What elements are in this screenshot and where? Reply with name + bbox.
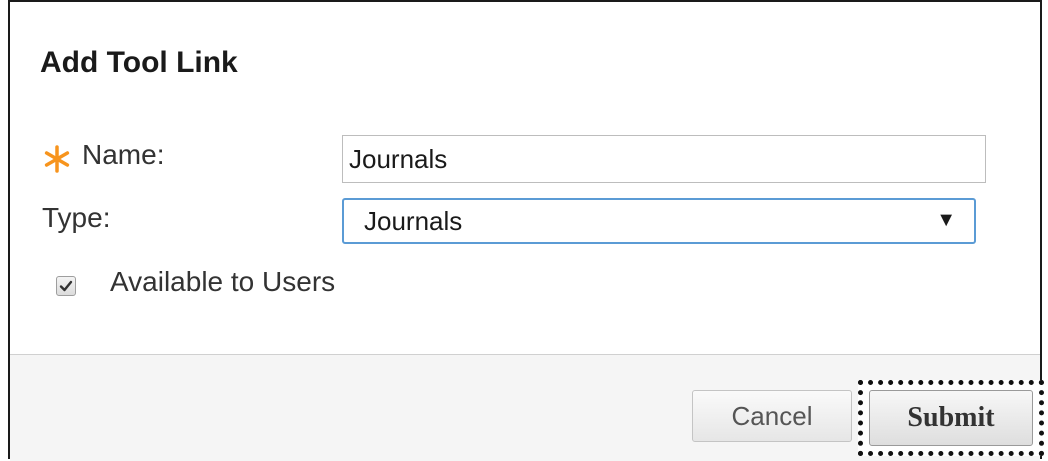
checkmark-icon	[59, 280, 73, 292]
dropdown-arrow-icon: ▼	[936, 209, 956, 231]
submit-button[interactable]: Submit	[869, 390, 1033, 446]
submit-focus-ring: Submit	[858, 380, 1044, 456]
name-input[interactable]	[342, 135, 986, 183]
add-tool-link-dialog: Add Tool Link Name: Type: Journals ▼ Ava…	[8, 0, 1044, 461]
type-select-value: Journals	[364, 206, 463, 236]
cancel-button[interactable]: Cancel	[692, 390, 852, 442]
type-select[interactable]: Journals ▼	[342, 198, 976, 244]
required-asterisk-icon	[42, 144, 72, 174]
name-label: Name:	[82, 139, 165, 170]
available-to-users-checkbox[interactable]	[56, 276, 76, 296]
type-label: Type:	[42, 202, 111, 233]
available-to-users-label[interactable]: Available to Users	[110, 266, 335, 298]
dialog-title: Add Tool Link	[40, 46, 238, 79]
